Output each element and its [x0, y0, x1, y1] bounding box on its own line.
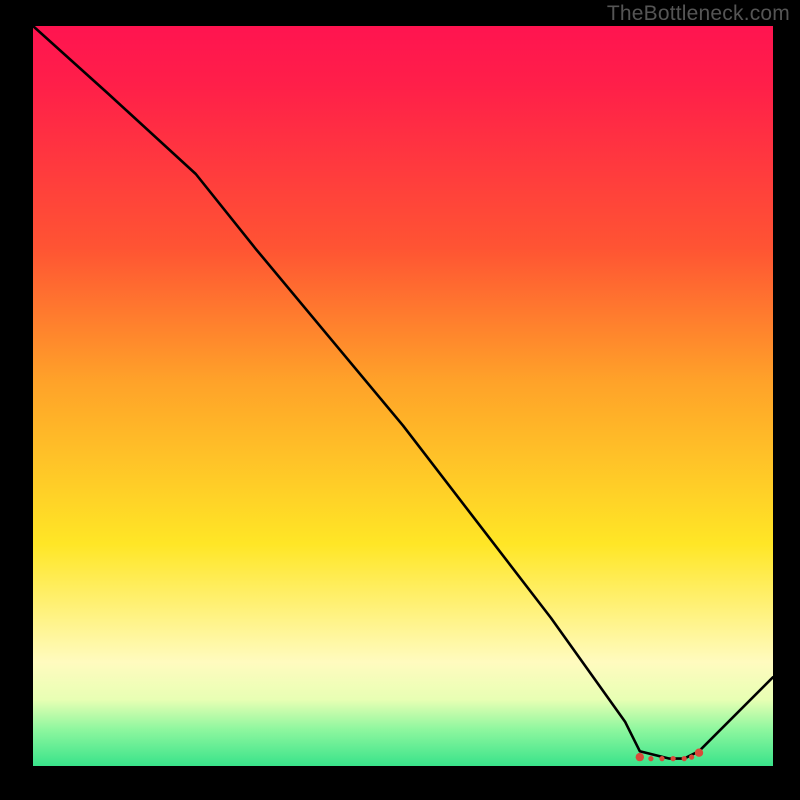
highlight-marker	[689, 755, 694, 760]
highlight-marker	[682, 756, 687, 761]
highlight-marker	[636, 753, 644, 761]
chart-frame: TheBottleneck.com	[0, 0, 800, 800]
highlight-marker	[648, 756, 653, 761]
watermark-text: TheBottleneck.com	[607, 2, 790, 26]
chart-svg	[33, 26, 773, 766]
bottleneck-curve-path	[33, 26, 773, 759]
highlight-marker	[671, 756, 676, 761]
highlight-marker	[695, 749, 703, 757]
highlight-marker	[659, 756, 664, 761]
